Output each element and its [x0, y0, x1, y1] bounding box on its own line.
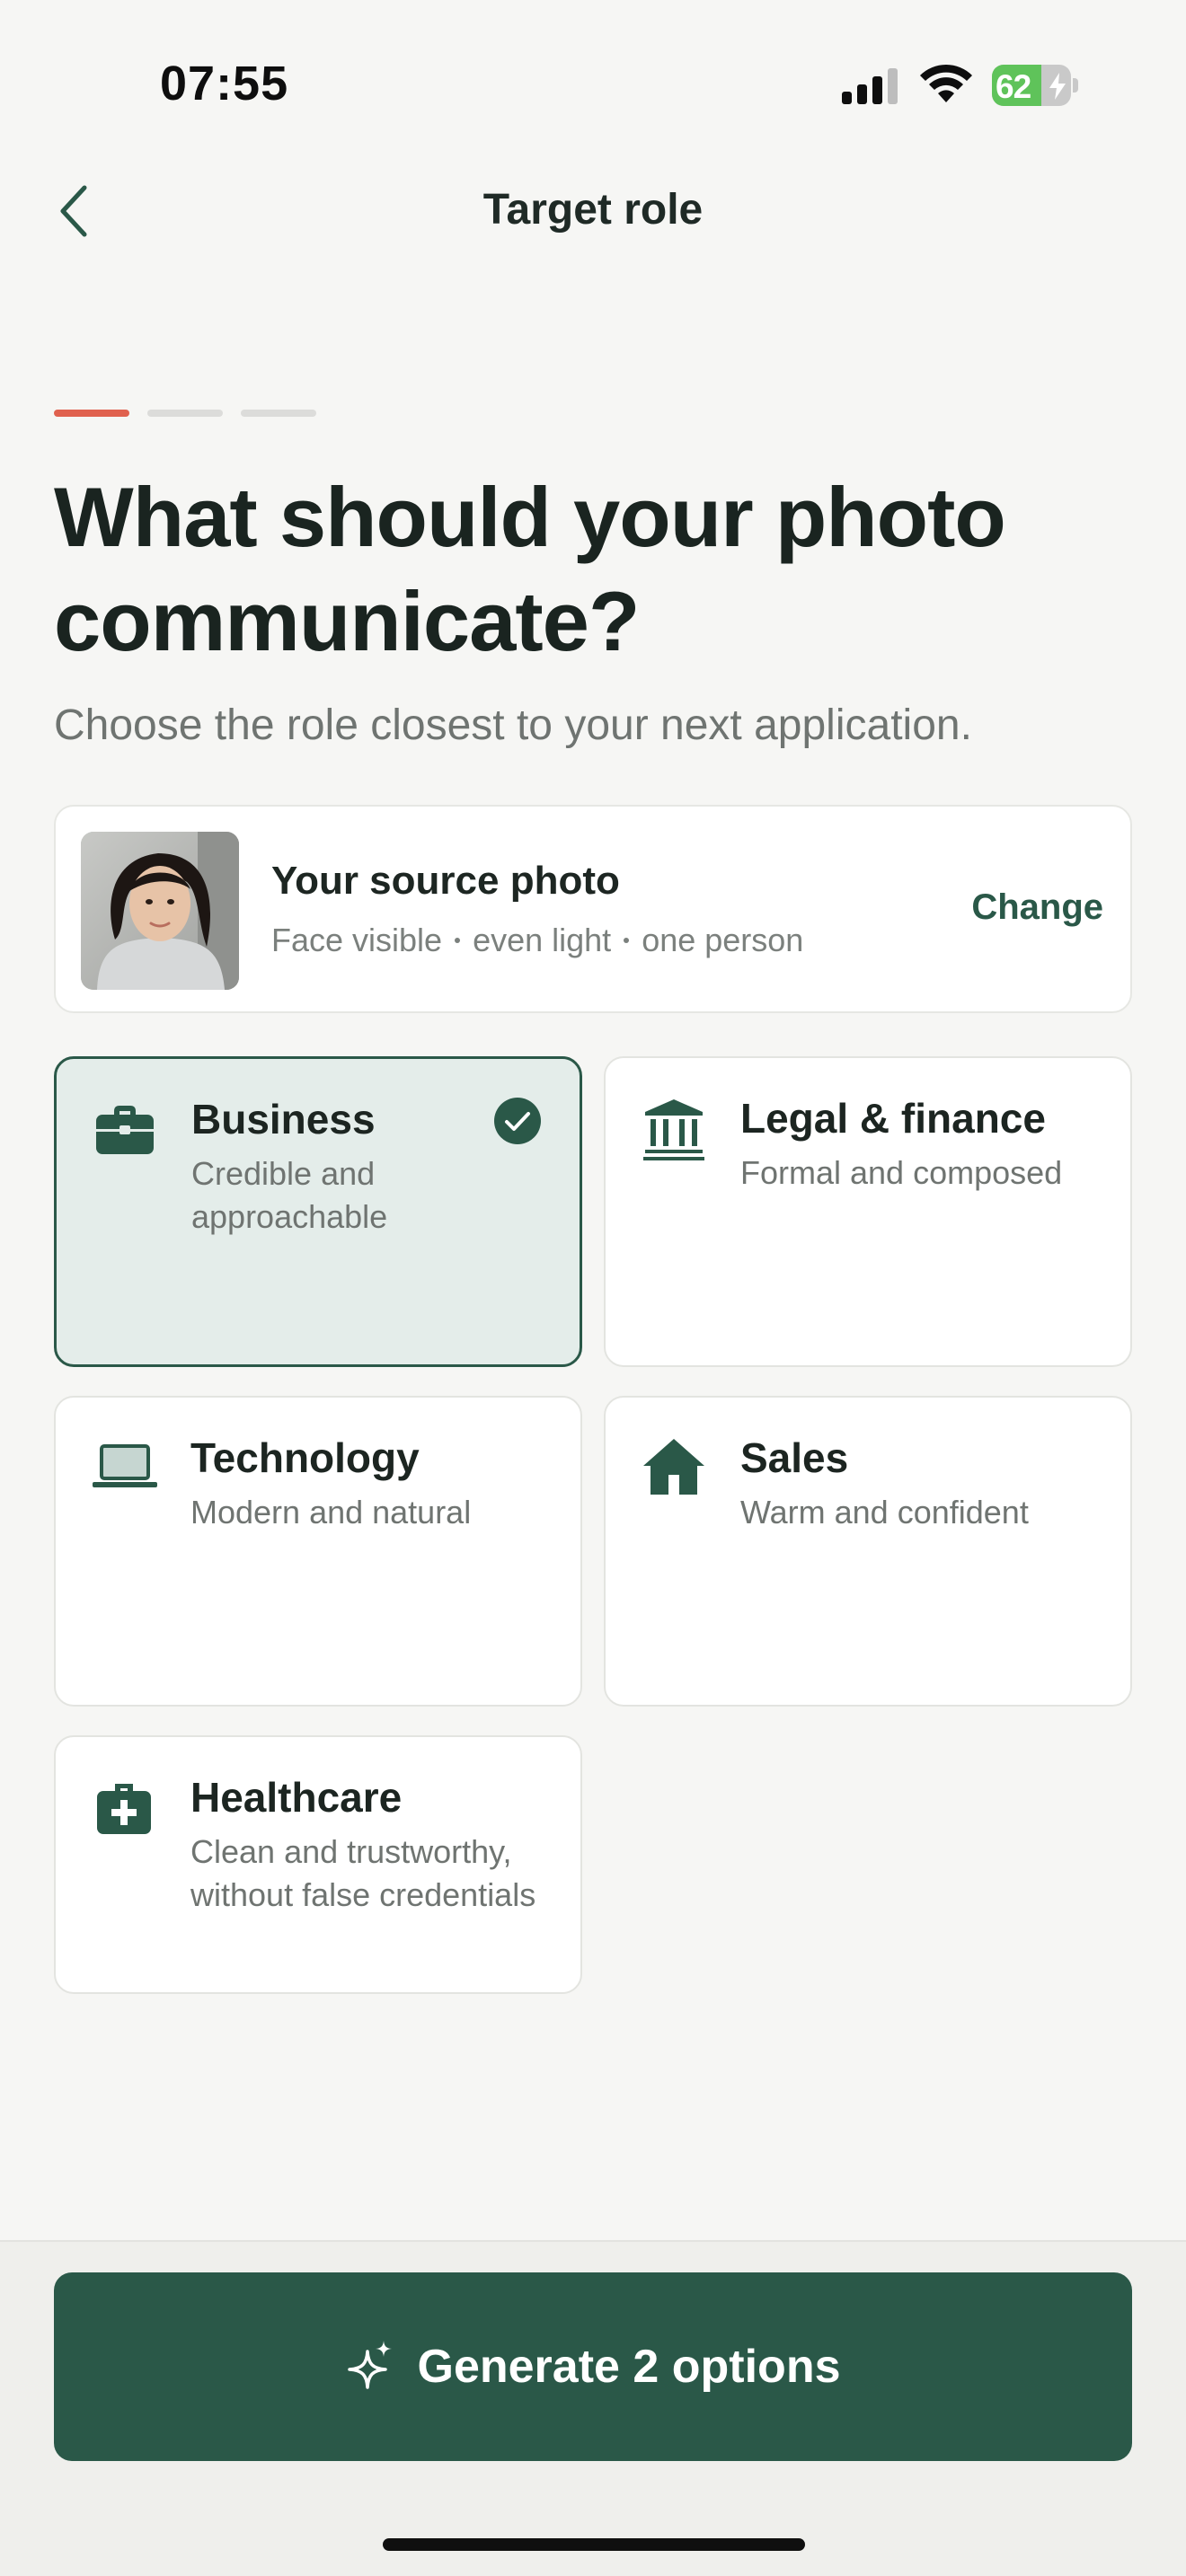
page-subtitle: Choose the role closest to your next app…: [54, 701, 972, 749]
status-bar: 07:55 62: [0, 0, 1186, 135]
progress-step: [147, 410, 223, 417]
change-photo-button[interactable]: Change: [971, 887, 1103, 928]
role-card-sales[interactable]: Sales Warm and confident: [604, 1396, 1132, 1707]
home-indicator: [383, 2538, 805, 2551]
role-description: Modern and natural: [190, 1494, 472, 1531]
role-title: Legal & finance: [740, 1095, 1046, 1142]
sparkle-icon: [347, 2341, 392, 2389]
role-title: Sales: [740, 1434, 849, 1481]
progress-step: [241, 410, 316, 417]
battery-percent: 62: [996, 68, 1031, 105]
bank-columns-icon: [643, 1099, 704, 1160]
separator-dot: [624, 938, 630, 943]
screen: 07:55 62 Target role What should your ph…: [0, 0, 1186, 2576]
battery-icon: 62: [992, 65, 1078, 106]
laptop-icon: [93, 1444, 157, 1487]
role-description: Clean and trustworthy, without false cre…: [190, 1833, 536, 1913]
briefcase-icon: [96, 1106, 154, 1154]
source-photo-meta: Face visible even light one person: [271, 922, 803, 959]
meta-item: one person: [642, 922, 804, 958]
page-title: What should your photo communicate?: [54, 470, 1006, 668]
source-photo-card: Your source photo Face visible even ligh…: [54, 805, 1132, 1013]
checkmark-icon: [494, 1098, 541, 1144]
role-card-healthcare[interactable]: Healthcare Clean and trustworthy, withou…: [54, 1735, 582, 1994]
source-photo-title: Your source photo: [271, 859, 620, 903]
role-card-business[interactable]: Business Credible and approachable: [54, 1056, 582, 1367]
role-title: Business: [191, 1096, 376, 1142]
role-description: Warm and confident: [740, 1494, 1029, 1531]
status-time: 07:55: [160, 57, 289, 110]
progress-step: [54, 410, 129, 417]
role-description: Formal and composed: [740, 1154, 1063, 1191]
role-description: Credible and approachable: [191, 1155, 388, 1235]
charging-bolt-icon: [1049, 73, 1066, 100]
progress-indicator: [54, 410, 316, 417]
generate-button[interactable]: Generate 2 options: [54, 2272, 1132, 2461]
nav-title: Target role: [482, 186, 704, 234]
meta-item: even light: [473, 922, 612, 958]
separator-dot: [455, 938, 461, 943]
generate-button-label: Generate 2 options: [417, 2341, 841, 2393]
role-card-technology[interactable]: Technology Modern and natural: [54, 1396, 582, 1707]
meta-item: Face visible: [271, 922, 443, 958]
role-title: Healthcare: [190, 1774, 403, 1821]
house-icon: [643, 1439, 704, 1495]
wifi-icon: [920, 64, 972, 102]
role-title: Technology: [190, 1434, 420, 1481]
signal-icon: [842, 68, 898, 104]
role-card-legal-finance[interactable]: Legal & finance Formal and composed: [604, 1056, 1132, 1367]
source-photo-thumbnail: [81, 832, 239, 990]
medical-kit-icon: [97, 1784, 151, 1834]
